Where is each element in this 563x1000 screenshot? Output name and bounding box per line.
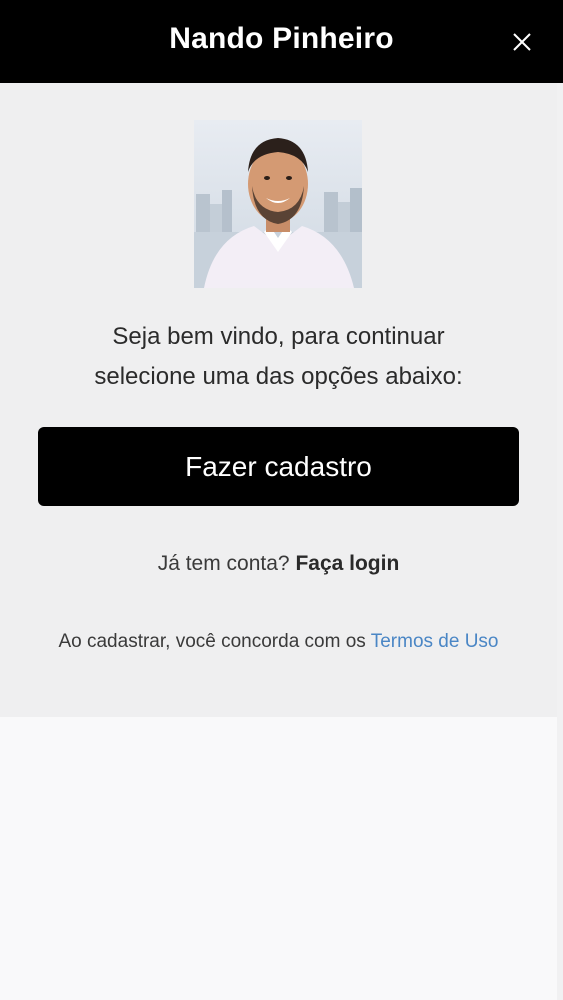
terms-of-use-link[interactable]: Termos de Uso [371,631,499,652]
login-prompt-row: Já tem conta? Faça login [0,552,557,576]
close-button[interactable] [507,27,537,57]
login-prompt-text: Já tem conta? [157,552,290,575]
avatar [194,120,362,288]
scrollbar-track [557,83,563,1000]
signup-button[interactable]: Fazer cadastro [38,427,519,506]
terms-prefix-text: Ao cadastrar, você concorda com os [58,631,366,652]
welcome-panel: Seja bem vindo, para continuar selecione… [0,83,557,717]
login-link[interactable]: Faça login [295,552,399,575]
page-title: Nando Pinheiro [169,22,394,55]
welcome-line-2: selecione uma das opções abaixo: [94,363,463,390]
terms-notice: Ao cadastrar, você concorda com os Termo… [40,623,517,661]
welcome-line-1: Seja bem vindo, para continuar [112,323,445,350]
welcome-message: Seja bem vindo, para continuar selecione… [20,317,537,397]
header-bar: Nando Pinheiro [0,0,563,83]
close-icon [507,27,537,57]
